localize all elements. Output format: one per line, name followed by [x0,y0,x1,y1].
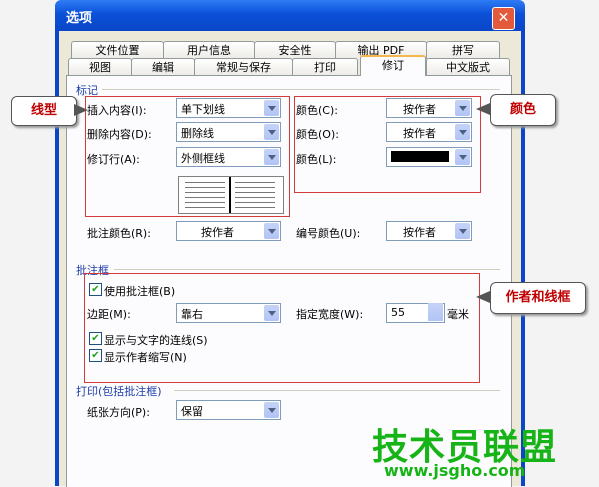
close-button[interactable]: ✕ [492,7,515,30]
print-group-label: 打印(包括批注框) [76,385,162,398]
linetype-highlight [85,96,290,217]
color-callout-pointer [476,103,490,115]
dropdown-arrow-icon[interactable] [264,402,279,418]
print-separator [174,390,500,391]
comment-color-value: 按作者 [201,226,234,239]
comment-color-select[interactable]: 按作者 [176,221,281,241]
tab-user-info[interactable]: 用户信息 [163,41,255,59]
linetype-callout: 线型 [11,96,77,126]
tab-chinese-layout[interactable]: 中文版式 [426,58,510,76]
dropdown-arrow-icon[interactable] [455,223,470,239]
color-highlight [294,96,481,193]
number-color-label: 编号颜色(U): [296,227,361,240]
comment-color-label: 批注颜色(R): [87,227,151,240]
tab-print[interactable]: 打印 [292,58,358,76]
watermark-url: www.jsgho.com [384,461,526,480]
linetype-callout-pointer [74,104,88,116]
tab-security[interactable]: 安全性 [254,41,336,59]
balloons-separator [114,269,500,270]
author-callout: 作者和线框 [490,282,586,314]
color-callout: 颜色 [490,94,556,126]
author-callout-pointer [476,291,490,303]
orientation-select[interactable]: 保留 [176,400,281,420]
author-highlight [84,273,480,383]
tab-track-changes[interactable]: 修订 [360,55,426,76]
number-color-value: 按作者 [403,226,436,239]
tab-spelling[interactable]: 拼写 [426,41,500,59]
tab-general-save[interactable]: 常规与保存 [194,58,293,76]
orientation-value: 保留 [181,405,203,418]
number-color-select[interactable]: 按作者 [386,221,472,241]
title-bar [55,0,525,31]
tab-file-locations[interactable]: 文件位置 [71,41,164,59]
tab-view[interactable]: 视图 [68,58,132,76]
dropdown-arrow-icon[interactable] [264,223,279,239]
markup-separator [102,89,500,90]
window-title: 选项 [66,11,93,26]
orientation-label: 纸张方向(P): [87,406,150,419]
tab-edit[interactable]: 编辑 [131,58,195,76]
